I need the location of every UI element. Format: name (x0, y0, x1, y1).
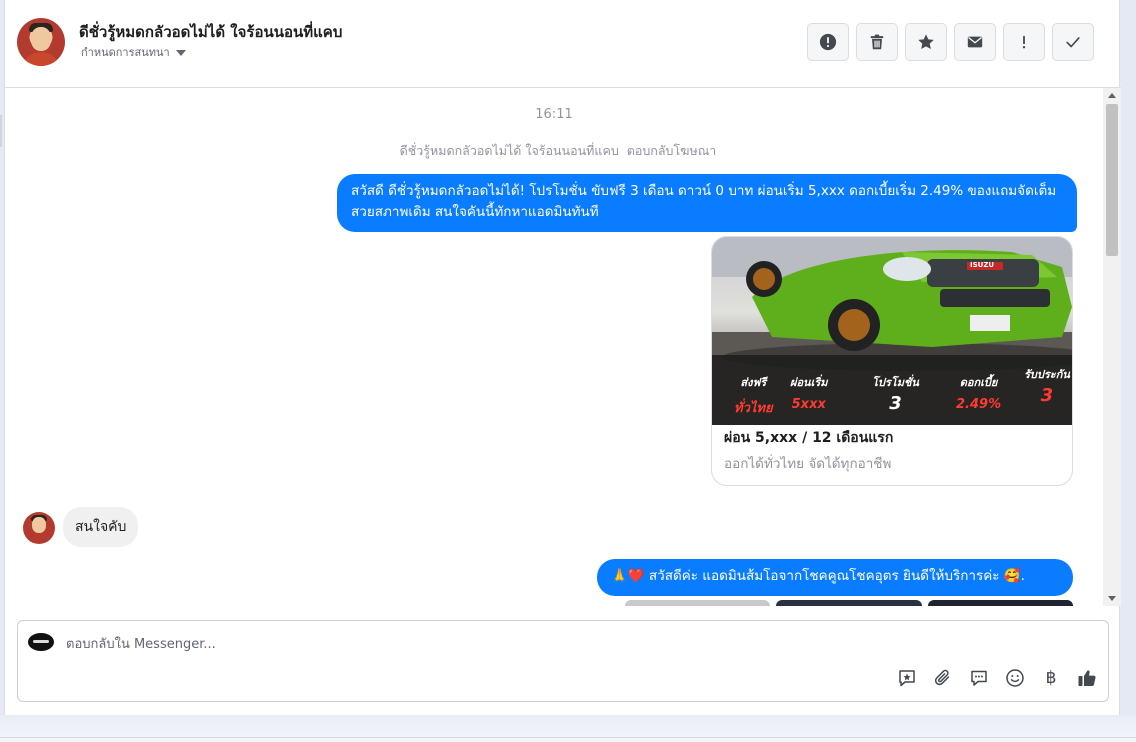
star-button[interactable] (905, 23, 947, 61)
contact-name[interactable]: ดีชั่วรู้หมดกลัวอดไม่ได้ ใจร้อนนอนที่แคบ (79, 20, 342, 44)
ad-card-text: ผ่อน 5,xxx / 12 เดือนแรก ออกได้ทั่วไทย จ… (724, 427, 893, 474)
reply-composer: ฿ (17, 620, 1109, 702)
attachment-icon (934, 669, 950, 686)
incoming-message[interactable]: สนใจคับ (63, 507, 139, 547)
message-timestamp: 16:11 (535, 107, 573, 122)
promo-installment: ผ่อนเริ่ม 5xxx (790, 376, 828, 412)
promo-promotion: โปรโมชั่น 3 (872, 376, 919, 414)
isuzu-badge: ISUZU (970, 261, 995, 269)
emoji-button[interactable] (1004, 667, 1026, 689)
emoji-icon (1006, 669, 1024, 687)
mark-spam-button[interactable] (807, 23, 849, 61)
label-menu-text: กำหนดการสนทนา (81, 46, 170, 59)
attachment-thumb[interactable] (776, 600, 922, 606)
thumbs-up-icon (1078, 670, 1096, 686)
page-footer-strip (0, 715, 1136, 742)
outgoing-message[interactable]: สวัสดี ดีชั่วรู้หมดกลัวอดไม่ได้! โปรโมชั… (337, 174, 1077, 232)
contact-avatar[interactable] (17, 18, 65, 66)
scroll-down-arrow-icon[interactable] (1108, 596, 1116, 601)
ad-reply-note: ดีชั่วรู้หมดกลัวอดไม่ได้ ใจร้อนนอนที่แคบ… (5, 141, 1103, 161)
promo-shipping: ส่งฟรี ทั่วไทย (734, 376, 773, 416)
ad-card[interactable]: ส่งฟรี ทั่วไทย ผ่อนเริ่ม 5xxx โปรโมชั่น 3 ด… (711, 236, 1073, 486)
quick-reply-button[interactable] (968, 667, 990, 689)
page-logo (28, 633, 54, 651)
follow-up-button[interactable] (1003, 23, 1045, 61)
star-icon (918, 34, 934, 50)
mark-done-button[interactable] (1052, 23, 1094, 61)
label-menu[interactable]: กำหนดการสนทนา (81, 43, 186, 61)
attach-file-button[interactable] (932, 667, 954, 689)
ad-reply-note-action: ตอบกลับโฆษณา (626, 143, 717, 158)
trash-icon (870, 34, 884, 50)
message-thread[interactable]: 16:11 ดีชั่วรู้หมดกลัวอดไม่ได้ ใจร้อนนอน… (5, 88, 1103, 606)
like-button[interactable] (1076, 667, 1098, 689)
saved-reply-icon (899, 670, 915, 687)
delete-button[interactable] (856, 23, 898, 61)
promo-warranty: รับประกัน 3 (1024, 368, 1070, 406)
baht-icon: ฿ (1045, 668, 1057, 688)
alert-circle-icon (819, 33, 837, 51)
next-attachment-preview[interactable] (625, 600, 1073, 606)
check-icon (1066, 37, 1080, 48)
avatar-face (32, 517, 46, 533)
ad-card-description: ออกได้ทั่วไทย จัดได้ทุกอาชีพ (724, 456, 892, 472)
window-edge-marker (0, 115, 2, 147)
saved-replies-button[interactable] (896, 667, 918, 689)
avatar-face (31, 27, 51, 51)
caret-down-icon (175, 50, 186, 56)
ad-reply-note-name: ดีชั่วรู้หมดกลัวอดไม่ได้ ใจร้อนนอนที่แคบ (399, 143, 619, 158)
ad-car-image: ส่งฟรี ทั่วไทย ผ่อนเริ่ม 5xxx โปรโมชั่น 3 ด… (712, 237, 1072, 425)
promo-interest: ดอกเบี้ย 2.49% (956, 376, 1002, 412)
header-actions (807, 23, 1094, 61)
scrollbar-thumb[interactable] (1106, 104, 1118, 256)
ad-card-title: ผ่อน 5,xxx / 12 เดือนแรก (724, 430, 894, 446)
reply-input[interactable] (66, 635, 666, 653)
customer-avatar[interactable] (23, 512, 55, 544)
attachment-thumb[interactable] (927, 600, 1073, 606)
chat-bubble-icon (971, 670, 987, 686)
payment-button[interactable]: ฿ (1040, 667, 1062, 689)
avatar-shirt (21, 52, 61, 66)
conversation-panel: ดีชั่วรู้หมดกลัวอดไม่ได้ ใจร้อนนอนที่แคบ… (4, 0, 1121, 715)
outgoing-message[interactable]: 🙏❤️ สวัสดีค่ะ แอดมินส้มโอจากโชคคูณโชคอุต… (597, 559, 1073, 596)
conversation-header: ดีชั่วรู้หมดกลัวอดไม่ได้ ใจร้อนนอนที่แคบ… (5, 0, 1121, 88)
scroll-up-arrow-icon[interactable] (1108, 93, 1116, 98)
exclamation-icon (1022, 35, 1026, 49)
attachment-thumb[interactable] (625, 600, 771, 606)
mark-unread-button[interactable] (954, 23, 996, 61)
envelope-icon (967, 36, 983, 48)
composer-tools: ฿ (896, 667, 1098, 689)
thread-scrollbar[interactable] (1103, 88, 1121, 606)
